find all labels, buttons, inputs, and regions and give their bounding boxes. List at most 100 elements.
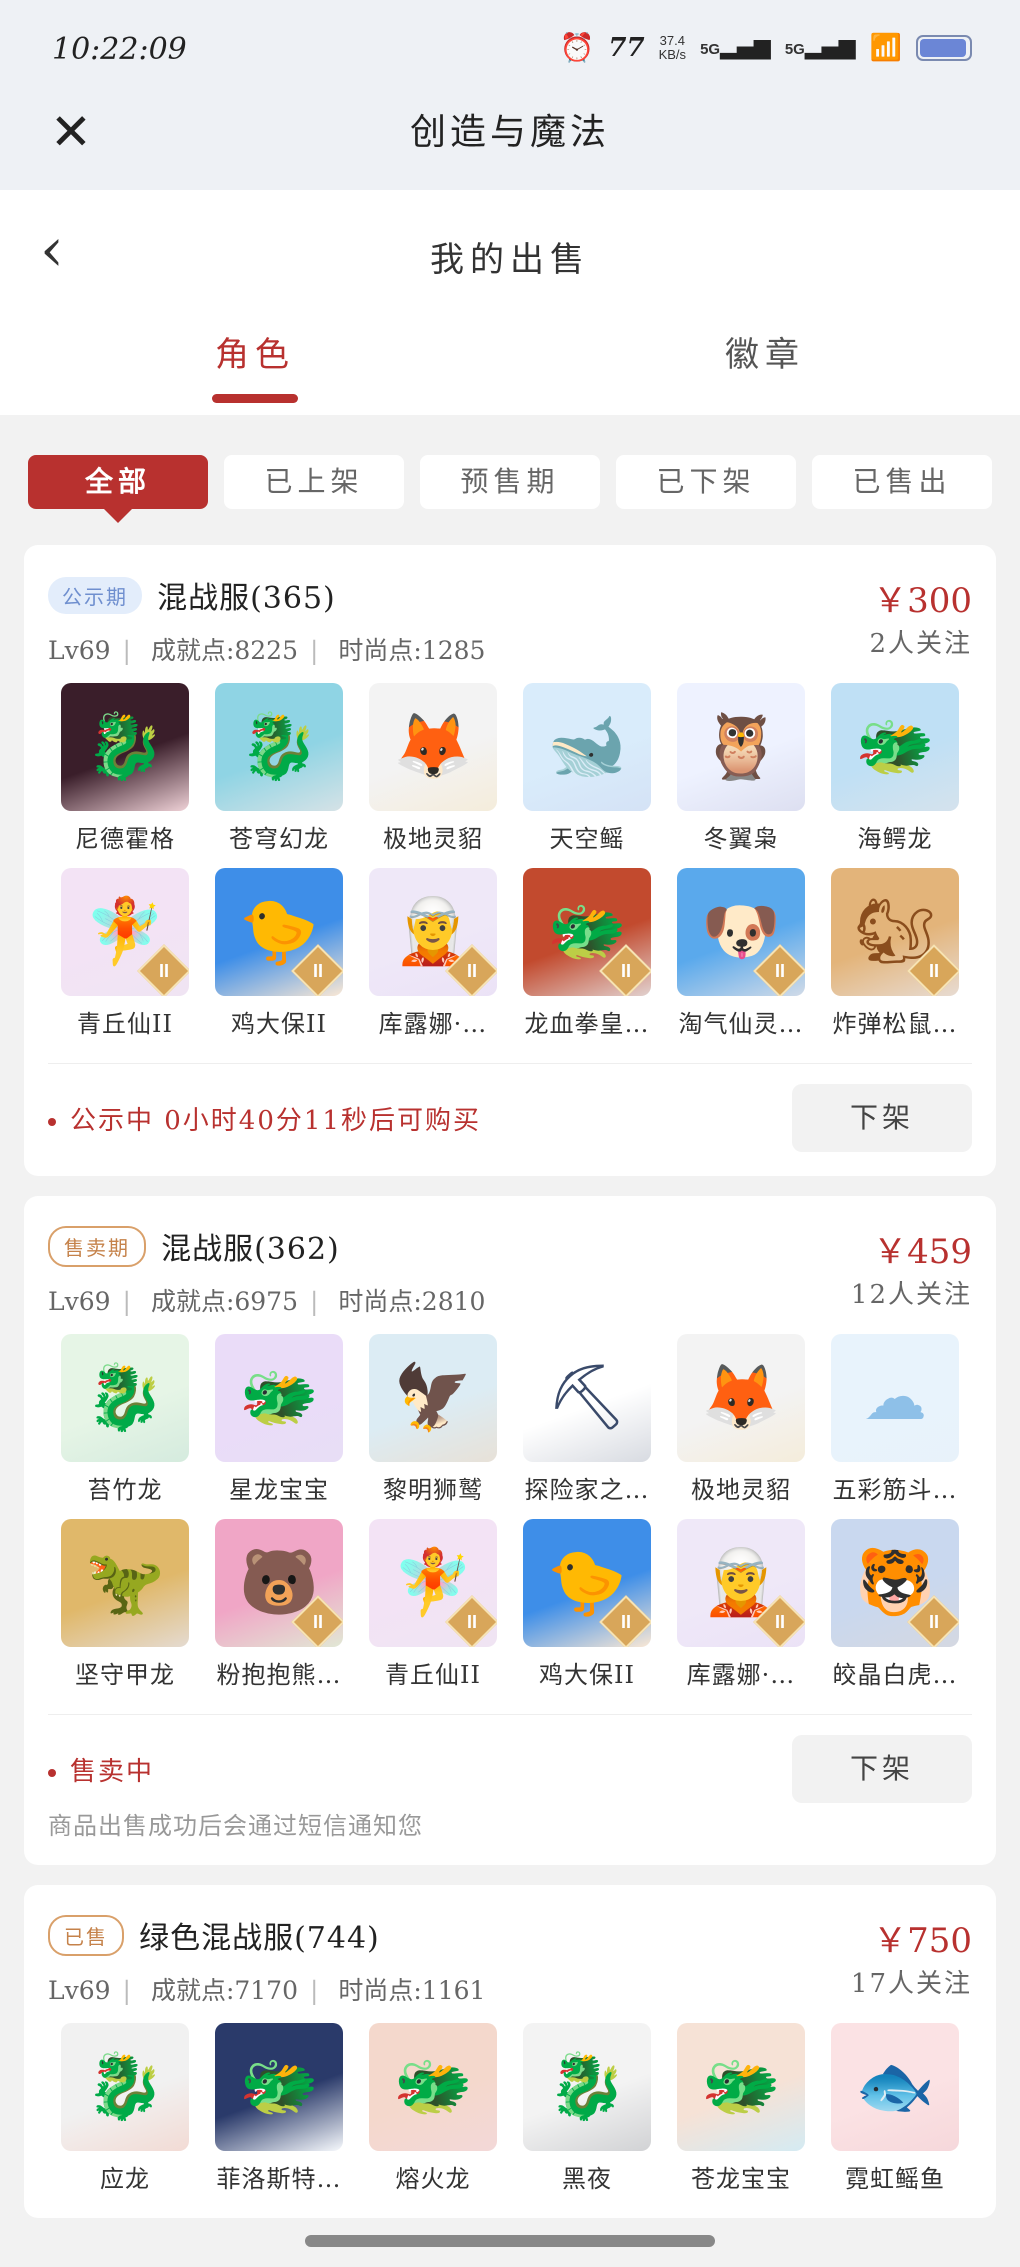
achievement-points: 成就点:7170: [150, 1976, 298, 2005]
pet-name: 应龙: [100, 2165, 150, 2193]
pet-item[interactable]: 🐲 星龙宝宝: [202, 1334, 356, 1505]
pet-item[interactable]: 🧚 II 青丘仙II: [48, 868, 202, 1039]
filter-all[interactable]: 全部: [28, 455, 208, 509]
role-name: 混战服(362): [161, 1232, 340, 1267]
pet-name: 五彩筋斗…: [832, 1476, 958, 1504]
pet-item[interactable]: 🐲 菲洛斯特…: [202, 2023, 356, 2194]
pet-item[interactable]: 🧝 II 库露娜·…: [664, 1519, 818, 1690]
pet-item[interactable]: 🐋 天空鳐: [510, 683, 664, 854]
baby-dragon-icon: 🐲: [677, 2023, 805, 2151]
pet-name: 黎明狮鹫: [383, 1476, 483, 1504]
watcher-count: 2人关注: [869, 629, 972, 659]
battery-level: [920, 39, 966, 57]
home-indicator[interactable]: [305, 2235, 715, 2247]
listing-card[interactable]: 售卖期 混战服(362) ￥459 Lv69 | 成就点:6975 | 时尚点:28…: [24, 1196, 996, 1865]
pet-item[interactable]: 🐟 霓虹鳐鱼: [818, 2023, 972, 2194]
pet-item[interactable]: 🐲 海鳄龙: [818, 683, 972, 854]
pet-item[interactable]: 🐉 黑夜: [510, 2023, 664, 2194]
pet-item[interactable]: 🐿 II 炸弹松鼠…: [818, 868, 972, 1039]
price: ￥750: [873, 1921, 972, 1961]
app-title: 创造与魔法: [409, 112, 610, 153]
pet-item[interactable]: 🐶 II 淘气仙灵…: [664, 868, 818, 1039]
filter-delisted[interactable]: 已下架: [616, 455, 796, 509]
pet-item[interactable]: ⛏ 探险家之…: [510, 1334, 664, 1505]
pet-name: 坚守甲龙: [75, 1661, 175, 1689]
pet-name: 熔火龙: [395, 2165, 471, 2193]
listing-card[interactable]: 公示期 混战服(365) ￥300 Lv69 | 成就点:8225 | 时尚点:12…: [24, 545, 996, 1176]
black-dragon-icon: 🐉: [61, 683, 189, 811]
status-badge: 已售: [48, 1914, 124, 1956]
lava-dragon-icon: 🐲: [369, 2023, 497, 2151]
star-dragon-icon: 🐲: [215, 1334, 343, 1462]
top-bar: 10:22:09 ⏰ 77 37.4 KB/s 5G▂▄▆ 5G▂▄▆ 📶 ✕ …: [0, 0, 1020, 190]
achievement-points: 成就点:6975: [150, 1287, 298, 1316]
listing-card[interactable]: 已售 绿色混战服(744) ￥750 Lv69 | 成就点:7170 | 时尚点:1…: [24, 1885, 996, 2218]
watcher-count: 17人关注: [850, 1969, 972, 1999]
pet-item[interactable]: 🦉 冬翼枭: [664, 683, 818, 854]
fox-fairy-icon: 🧚 II: [61, 868, 189, 996]
pet-item[interactable]: 🐲 熔火龙: [356, 2023, 510, 2194]
green-dragon-icon: 🐉: [61, 1334, 189, 1462]
pet-item[interactable]: 🐯 II 皎晶白虎…: [818, 1519, 972, 1690]
pet-item[interactable]: 🐤 II 鸡大保II: [510, 1519, 664, 1690]
pet-item[interactable]: 🐉 应龙: [48, 2023, 202, 2194]
status-bar: 10:22:09 ⏰ 77 37.4 KB/s 5G▂▄▆ 5G▂▄▆ 📶: [0, 0, 1020, 100]
pet-name: 菲洛斯特…: [216, 2165, 342, 2193]
pet-item[interactable]: 🧚 II 青丘仙II: [356, 1519, 510, 1690]
divider: [48, 1714, 972, 1715]
listing-header: 已售 绿色混战服(744) ￥750 Lv69 | 成就点:7170 | 时尚点:1…: [48, 1913, 972, 2005]
pet-item[interactable]: ☁ 五彩筋斗…: [818, 1334, 972, 1505]
pet-name: 黑夜: [562, 2165, 612, 2193]
fashion-points: 时尚点:1161: [338, 1976, 486, 2005]
signal-label: 5G: [784, 41, 805, 58]
page-title: 我的出售: [430, 240, 590, 280]
pet-item[interactable]: 🐉 尼德霍格: [48, 683, 202, 854]
signal-label: 5G: [700, 41, 721, 58]
filter-bar: 全部 已上架 预售期 已下架 已售出: [0, 415, 1020, 545]
filter-presale[interactable]: 预售期: [420, 455, 600, 509]
level: Lv69: [48, 1976, 111, 2005]
wifi-icon: 📶: [869, 33, 902, 63]
delist-button[interactable]: 下架: [792, 1084, 972, 1152]
pet-item[interactable]: 🦊 极地灵貂: [356, 683, 510, 854]
pet-name: 苍龙宝宝: [691, 2165, 791, 2193]
pet-item[interactable]: 🐉 苍穹幻龙: [202, 683, 356, 854]
pet-grid: 🐉 应龙 🐲 菲洛斯特… 🐲 熔火龙 🐉 黑夜 🐲 苍龙宝宝 🐟 霓虹鳐鱼: [48, 2023, 972, 2194]
pet-item[interactable]: 🐻 II 粉抱抱熊…: [202, 1519, 356, 1690]
white-tiger-icon: 🐯 II: [831, 1519, 959, 1647]
griffin-icon: 🦅: [369, 1334, 497, 1462]
ice-dragon-icon: 🐲: [215, 2023, 343, 2151]
pet-item[interactable]: 🦅 黎明狮鹫: [356, 1334, 510, 1505]
sea-dragon-icon: 🐲: [831, 683, 959, 811]
ying-dragon-icon: 🐉: [61, 2023, 189, 2151]
tab-roles[interactable]: 角色: [0, 315, 510, 415]
pet-name: 尼德霍格: [75, 825, 175, 853]
watcher-count: 12人关注: [850, 1280, 972, 1310]
blue-pup-icon: 🐶 II: [677, 868, 805, 996]
filter-listed[interactable]: 已上架: [224, 455, 404, 509]
price: ￥300: [873, 581, 972, 621]
snow-owl-icon: 🦉: [677, 683, 805, 811]
signal-5g-2: 5G▂▄▆: [785, 37, 856, 59]
pet-name: 淘气仙灵…: [678, 1010, 804, 1038]
pet-item[interactable]: 🐲 苍龙宝宝: [664, 2023, 818, 2194]
tab-badges[interactable]: 徽章: [510, 315, 1020, 415]
delist-button[interactable]: 下架: [792, 1735, 972, 1803]
pet-item[interactable]: 🐲 II 龙血拳皇…: [510, 868, 664, 1039]
pet-name: 霓虹鳐鱼: [845, 2165, 945, 2193]
pet-item[interactable]: 🧝 II 库露娜·…: [356, 868, 510, 1039]
pet-item[interactable]: 🦊 极地灵貂: [664, 1334, 818, 1505]
net-speed: 37.4 KB/s: [658, 33, 687, 62]
pet-item[interactable]: 🦖 坚守甲龙: [48, 1519, 202, 1690]
pet-name: 鸡大保II: [231, 1010, 327, 1038]
listing-footer: 公示中 0小时40分11秒后可购买 下架: [48, 1084, 972, 1152]
pet-item[interactable]: 🐉 苔竹龙: [48, 1334, 202, 1505]
white-fox-icon: 🦊: [677, 1334, 805, 1462]
filter-sold[interactable]: 已售出: [812, 455, 992, 509]
pet-grid: 🐉 苔竹龙 🐲 星龙宝宝 🦅 黎明狮鹫 ⛏ 探险家之… 🦊 极地灵貂 ☁ 五彩筋…: [48, 1334, 972, 1690]
pet-name: 龙血拳皇…: [524, 1010, 650, 1038]
pet-item[interactable]: 🐤 II 鸡大保II: [202, 868, 356, 1039]
role-name: 混战服(365): [157, 581, 336, 616]
night-fury-icon: 🐉: [523, 2023, 651, 2151]
fairy-girl-icon: 🧝 II: [677, 1519, 805, 1647]
